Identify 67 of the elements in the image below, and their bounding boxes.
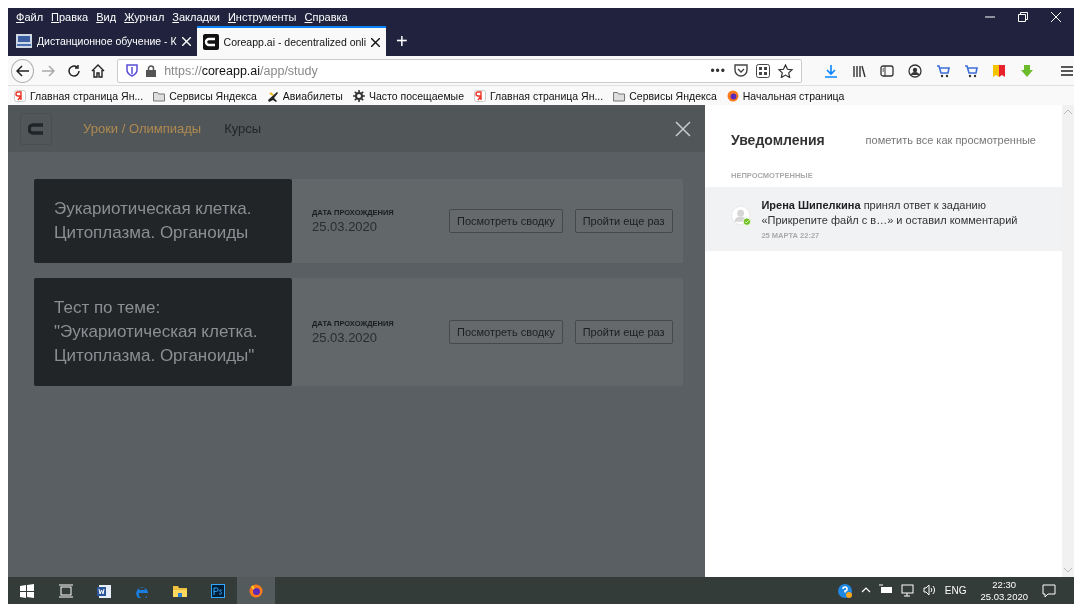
- notification-center-icon[interactable]: [1042, 583, 1056, 598]
- language-indicator[interactable]: ENG: [944, 585, 967, 596]
- classroom-icon: [16, 34, 32, 48]
- folder-icon: [153, 89, 166, 102]
- shield-icon: [126, 64, 139, 77]
- page-actions-button[interactable]: •••: [710, 63, 726, 78]
- menu-item[interactable]: Журнал: [120, 11, 169, 23]
- library-icon[interactable]: [852, 63, 866, 78]
- firefox-icon: [726, 89, 739, 102]
- panel-title: Уведомления: [731, 132, 825, 148]
- bookmark-item[interactable]: Начальная страница: [726, 89, 845, 102]
- photoshop-icon: [211, 583, 225, 598]
- clock-time[interactable]: 22:30: [992, 578, 1017, 591]
- close-tab-icon[interactable]: [371, 37, 381, 47]
- clock-date[interactable]: 25.03.2020: [980, 590, 1028, 603]
- gear-icon: [352, 89, 365, 102]
- menu-item[interactable]: Инструменты: [223, 11, 301, 23]
- menu-item[interactable]: Правка: [47, 11, 93, 23]
- restore-icon[interactable]: [1018, 12, 1028, 22]
- menu-item[interactable]: Закладки: [168, 11, 224, 23]
- pocket-icon[interactable]: [734, 64, 748, 77]
- lock-icon: [146, 64, 157, 77]
- mark-all-read-link[interactable]: пометить все как просмотренные: [865, 134, 1036, 146]
- bookmark-item[interactable]: Сервисы Яндекса: [153, 89, 257, 102]
- bookmark-item[interactable]: Авиабилеты: [266, 89, 343, 102]
- menu-item[interactable]: Вид: [92, 11, 121, 23]
- qr-code-icon[interactable]: [756, 63, 770, 78]
- network-icon[interactable]: [900, 582, 915, 599]
- test-title: Эукариотическая клетка. Цитоплазма. Органоиды: [34, 179, 292, 263]
- browser-tab[interactable]: Coreapp.ai - decentralized onli: [196, 26, 387, 56]
- airplane-icon: [266, 89, 279, 102]
- bookmark-item[interactable]: Часто посещаемые: [352, 89, 464, 102]
- bookmark-flag-icon[interactable]: [992, 63, 1006, 78]
- firefox-icon: [249, 583, 263, 598]
- browser-tab[interactable]: Дистанционное обучение - К: [10, 26, 197, 56]
- notification-text: Ирена Шипелкина принял ответ к заданию «Прикрепите файл с в…» и оставил комментарий: [761, 198, 1019, 228]
- date-value: 25.03.2020: [312, 219, 379, 234]
- yandex-icon: [14, 89, 26, 102]
- url-text: https://coreapp.ai/app/study: [164, 63, 319, 78]
- bookmark-item[interactable]: Сервисы Яндекса: [613, 89, 717, 102]
- test-title: Тест по теме: "Эукариотическая клетка. Цитоплазма. Органоиды": [34, 278, 292, 386]
- folder-icon: [613, 89, 626, 102]
- word-icon: [97, 583, 111, 598]
- logo-icon: [28, 122, 44, 135]
- windows-start-icon[interactable]: [20, 583, 34, 598]
- new-tab-button[interactable]: +: [386, 29, 418, 53]
- menu-icon[interactable]: [1060, 63, 1074, 78]
- coreapp-logo-icon: [202, 34, 219, 50]
- account-icon[interactable]: [908, 63, 922, 78]
- help-icon[interactable]: [836, 582, 853, 599]
- bookmark-item[interactable]: Главная страница Ян...: [474, 89, 604, 102]
- bookmark-item[interactable]: Главная страница Ян...: [14, 89, 144, 102]
- menu-item[interactable]: Справка: [300, 11, 352, 23]
- cart-icon[interactable]: [964, 63, 978, 78]
- download-icon[interactable]: [824, 63, 838, 78]
- reload-icon[interactable]: [67, 63, 82, 78]
- menu-item[interactable]: Файл: [12, 11, 48, 23]
- task-view-icon: [59, 583, 73, 598]
- star-icon[interactable]: [778, 63, 793, 78]
- date-value: 25.03.2020: [312, 330, 379, 345]
- folder-icon: [173, 583, 187, 598]
- cart-icon[interactable]: [936, 63, 950, 78]
- sidebar-icon[interactable]: [880, 63, 894, 78]
- home-icon[interactable]: [91, 63, 106, 78]
- address-field[interactable]: https://coreapp.ai/app/study •••: [117, 58, 802, 83]
- back-arrow-icon: [15, 64, 30, 77]
- yandex-icon: [474, 89, 486, 102]
